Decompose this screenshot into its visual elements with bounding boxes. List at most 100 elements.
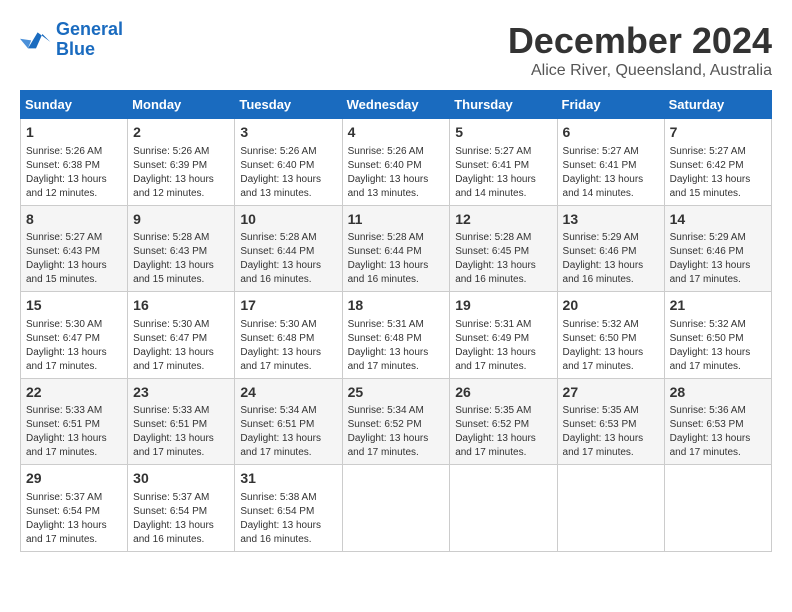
weekday-header: Sunday: [21, 91, 128, 119]
day-info: Sunrise: 5:33 AM Sunset: 6:51 PM Dayligh…: [133, 404, 229, 460]
day-number: 16: [133, 296, 229, 316]
calendar-day-cell: 23Sunrise: 5:33 AM Sunset: 6:51 PM Dayli…: [128, 378, 235, 465]
calendar-day-cell: 17Sunrise: 5:30 AM Sunset: 6:48 PM Dayli…: [235, 292, 342, 379]
weekday-header: Friday: [557, 91, 664, 119]
logo: General Blue: [20, 20, 123, 60]
day-number: 22: [26, 383, 122, 403]
day-number: 5: [455, 123, 551, 143]
calendar-day-cell: [664, 465, 771, 552]
day-info: Sunrise: 5:32 AM Sunset: 6:50 PM Dayligh…: [563, 318, 659, 374]
calendar-day-cell: 31Sunrise: 5:38 AM Sunset: 6:54 PM Dayli…: [235, 465, 342, 552]
calendar-day-cell: 13Sunrise: 5:29 AM Sunset: 6:46 PM Dayli…: [557, 205, 664, 292]
day-info: Sunrise: 5:36 AM Sunset: 6:53 PM Dayligh…: [670, 404, 766, 460]
day-number: 7: [670, 123, 766, 143]
day-info: Sunrise: 5:29 AM Sunset: 6:46 PM Dayligh…: [563, 231, 659, 287]
day-info: Sunrise: 5:27 AM Sunset: 6:41 PM Dayligh…: [455, 145, 551, 201]
day-info: Sunrise: 5:34 AM Sunset: 6:52 PM Dayligh…: [348, 404, 445, 460]
calendar-day-cell: 25Sunrise: 5:34 AM Sunset: 6:52 PM Dayli…: [342, 378, 450, 465]
calendar-day-cell: [557, 465, 664, 552]
page-header: General Blue December 2024 Alice River, …: [20, 20, 772, 80]
calendar-subtitle: Alice River, Queensland, Australia: [508, 62, 772, 80]
logo-icon: [20, 26, 52, 54]
day-info: Sunrise: 5:30 AM Sunset: 6:47 PM Dayligh…: [133, 318, 229, 374]
day-number: 21: [670, 296, 766, 316]
day-number: 9: [133, 210, 229, 230]
weekday-header: Thursday: [450, 91, 557, 119]
calendar-day-cell: 27Sunrise: 5:35 AM Sunset: 6:53 PM Dayli…: [557, 378, 664, 465]
calendar-day-cell: [450, 465, 557, 552]
day-info: Sunrise: 5:31 AM Sunset: 6:48 PM Dayligh…: [348, 318, 445, 374]
day-number: 27: [563, 383, 659, 403]
day-number: 8: [26, 210, 122, 230]
calendar-day-cell: 7Sunrise: 5:27 AM Sunset: 6:42 PM Daylig…: [664, 119, 771, 206]
weekday-header: Wednesday: [342, 91, 450, 119]
day-number: 6: [563, 123, 659, 143]
day-info: Sunrise: 5:35 AM Sunset: 6:52 PM Dayligh…: [455, 404, 551, 460]
day-info: Sunrise: 5:27 AM Sunset: 6:43 PM Dayligh…: [26, 231, 122, 287]
day-info: Sunrise: 5:27 AM Sunset: 6:41 PM Dayligh…: [563, 145, 659, 201]
day-number: 13: [563, 210, 659, 230]
day-number: 25: [348, 383, 445, 403]
day-info: Sunrise: 5:26 AM Sunset: 6:38 PM Dayligh…: [26, 145, 122, 201]
day-number: 31: [240, 469, 336, 489]
day-number: 15: [26, 296, 122, 316]
day-info: Sunrise: 5:26 AM Sunset: 6:40 PM Dayligh…: [240, 145, 336, 201]
calendar-day-cell: [342, 465, 450, 552]
day-info: Sunrise: 5:28 AM Sunset: 6:45 PM Dayligh…: [455, 231, 551, 287]
day-info: Sunrise: 5:37 AM Sunset: 6:54 PM Dayligh…: [26, 491, 122, 547]
calendar-table: SundayMondayTuesdayWednesdayThursdayFrid…: [20, 90, 772, 552]
day-number: 23: [133, 383, 229, 403]
day-number: 14: [670, 210, 766, 230]
day-number: 29: [26, 469, 122, 489]
day-number: 11: [348, 210, 445, 230]
calendar-day-cell: 18Sunrise: 5:31 AM Sunset: 6:48 PM Dayli…: [342, 292, 450, 379]
day-info: Sunrise: 5:28 AM Sunset: 6:43 PM Dayligh…: [133, 231, 229, 287]
day-info: Sunrise: 5:37 AM Sunset: 6:54 PM Dayligh…: [133, 491, 229, 547]
calendar-day-cell: 3Sunrise: 5:26 AM Sunset: 6:40 PM Daylig…: [235, 119, 342, 206]
day-number: 18: [348, 296, 445, 316]
day-info: Sunrise: 5:27 AM Sunset: 6:42 PM Dayligh…: [670, 145, 766, 201]
day-number: 30: [133, 469, 229, 489]
calendar-day-cell: 28Sunrise: 5:36 AM Sunset: 6:53 PM Dayli…: [664, 378, 771, 465]
calendar-day-cell: 12Sunrise: 5:28 AM Sunset: 6:45 PM Dayli…: [450, 205, 557, 292]
day-info: Sunrise: 5:34 AM Sunset: 6:51 PM Dayligh…: [240, 404, 336, 460]
calendar-day-cell: 16Sunrise: 5:30 AM Sunset: 6:47 PM Dayli…: [128, 292, 235, 379]
calendar-day-cell: 11Sunrise: 5:28 AM Sunset: 6:44 PM Dayli…: [342, 205, 450, 292]
calendar-day-cell: 26Sunrise: 5:35 AM Sunset: 6:52 PM Dayli…: [450, 378, 557, 465]
day-number: 26: [455, 383, 551, 403]
weekday-header-row: SundayMondayTuesdayWednesdayThursdayFrid…: [21, 91, 772, 119]
day-info: Sunrise: 5:32 AM Sunset: 6:50 PM Dayligh…: [670, 318, 766, 374]
day-info: Sunrise: 5:35 AM Sunset: 6:53 PM Dayligh…: [563, 404, 659, 460]
calendar-day-cell: 21Sunrise: 5:32 AM Sunset: 6:50 PM Dayli…: [664, 292, 771, 379]
calendar-day-cell: 9Sunrise: 5:28 AM Sunset: 6:43 PM Daylig…: [128, 205, 235, 292]
day-number: 3: [240, 123, 336, 143]
calendar-day-cell: 15Sunrise: 5:30 AM Sunset: 6:47 PM Dayli…: [21, 292, 128, 379]
day-info: Sunrise: 5:30 AM Sunset: 6:47 PM Dayligh…: [26, 318, 122, 374]
weekday-header: Monday: [128, 91, 235, 119]
day-info: Sunrise: 5:26 AM Sunset: 6:39 PM Dayligh…: [133, 145, 229, 201]
calendar-day-cell: 8Sunrise: 5:27 AM Sunset: 6:43 PM Daylig…: [21, 205, 128, 292]
calendar-day-cell: 30Sunrise: 5:37 AM Sunset: 6:54 PM Dayli…: [128, 465, 235, 552]
calendar-day-cell: 22Sunrise: 5:33 AM Sunset: 6:51 PM Dayli…: [21, 378, 128, 465]
calendar-day-cell: 20Sunrise: 5:32 AM Sunset: 6:50 PM Dayli…: [557, 292, 664, 379]
calendar-day-cell: 14Sunrise: 5:29 AM Sunset: 6:46 PM Dayli…: [664, 205, 771, 292]
calendar-title: December 2024: [508, 20, 772, 62]
day-info: Sunrise: 5:31 AM Sunset: 6:49 PM Dayligh…: [455, 318, 551, 374]
day-info: Sunrise: 5:30 AM Sunset: 6:48 PM Dayligh…: [240, 318, 336, 374]
calendar-day-cell: 5Sunrise: 5:27 AM Sunset: 6:41 PM Daylig…: [450, 119, 557, 206]
day-number: 20: [563, 296, 659, 316]
calendar-day-cell: 2Sunrise: 5:26 AM Sunset: 6:39 PM Daylig…: [128, 119, 235, 206]
day-number: 12: [455, 210, 551, 230]
day-number: 17: [240, 296, 336, 316]
calendar-week-row: 22 Sunrise: 5:33 AM Sunset: 6:51 PM Dayli…: [21, 378, 772, 465]
day-info: Sunrise: 5:28 AM Sunset: 6:44 PM Dayligh…: [240, 231, 336, 287]
calendar-week-row: 15Sunrise: 5:30 AM Sunset: 6:47 PM Dayli…: [21, 292, 772, 379]
day-number: 1: [26, 123, 122, 143]
day-number: 28: [670, 383, 766, 403]
day-number: 24: [240, 383, 336, 403]
calendar-day-cell: 4Sunrise: 5:26 AM Sunset: 6:40 PM Daylig…: [342, 119, 450, 206]
day-info: Sunrise: 5:38 AM Sunset: 6:54 PM Dayligh…: [240, 491, 336, 547]
calendar-day-cell: 29Sunrise: 5:37 AM Sunset: 6:54 PM Dayli…: [21, 465, 128, 552]
title-block: December 2024 Alice River, Queensland, A…: [508, 20, 772, 80]
calendar-day-cell: 1Sunrise: 5:26 AM Sunset: 6:38 PM Daylig…: [21, 119, 128, 206]
